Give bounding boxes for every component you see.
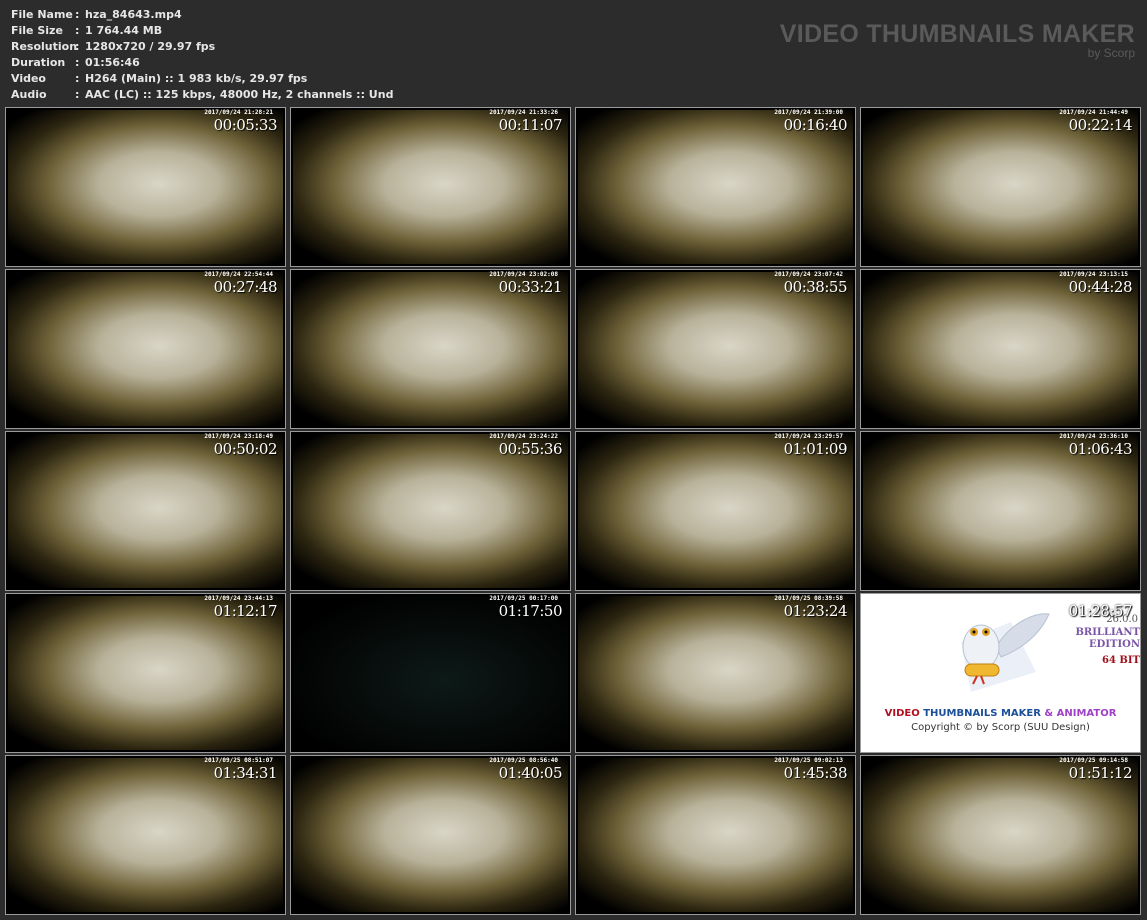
camera-datestamp: 2017/09/24 23:36:10 (1059, 433, 1128, 440)
video-thumbnail[interactable]: 2017/09/24 21:28:21 00:05:33 (5, 107, 286, 267)
camera-datestamp: 2017/09/25 08:39:58 (774, 595, 843, 602)
camera-datestamp: 2017/09/24 21:33:26 (489, 109, 558, 116)
thumbnail-timestamp: 00:11:07 (498, 116, 563, 134)
info-separator: : (75, 88, 80, 101)
thumbnail-timestamp: 01:12:17 (213, 602, 278, 620)
video-thumbnail[interactable]: 2017/09/24 21:44:49 00:22:14 (860, 107, 1141, 267)
video-thumbnail[interactable]: 2017/09/24 21:33:26 00:11:07 (290, 107, 571, 267)
thumbnail-timestamp: 01:06:43 (1068, 440, 1133, 458)
camera-datestamp: 2017/09/24 23:13:15 (1059, 271, 1128, 278)
owl-logo-icon (961, 613, 1050, 692)
camera-datestamp: 2017/09/25 08:51:07 (204, 757, 273, 764)
info-row: Audio: AAC (LC) :: 125 kbps, 48000 Hz, 2 … (11, 87, 393, 103)
info-separator: : (75, 40, 80, 53)
info-value: 1280x720 / 29.97 fps (85, 40, 216, 53)
camera-datestamp: 2017/09/24 21:28:21 (204, 109, 273, 116)
video-thumbnail[interactable]: 2017/09/24 23:44:13 01:12:17 (5, 593, 286, 753)
thumbnail-timestamp: 00:16:40 (783, 116, 848, 134)
camera-datestamp: 2017/09/24 21:44:49 (1059, 109, 1128, 116)
video-thumbnail[interactable]: 2017/09/25 08:51:07 01:34:31 (5, 755, 286, 915)
video-thumbnail[interactable]: 2017/09/25 09:14:58 01:51:12 (860, 755, 1141, 915)
edition-label: BRILLIANT EDITION (1075, 627, 1140, 650)
info-value: H264 (Main) :: 1 983 kb/s, 29.97 fps (85, 72, 308, 85)
info-separator: : (75, 56, 80, 69)
camera-datestamp: 2017/09/24 23:29:57 (774, 433, 843, 440)
camera-datestamp: 2017/09/24 22:54:44 (204, 271, 273, 278)
copyright-text: Copyright © by Scorp (SUU Design) (911, 722, 1090, 733)
info-key: Duration (11, 56, 66, 69)
video-thumbnail[interactable]: 2017/09/24 23:24:22 00:55:36 (290, 431, 571, 591)
thumbnail-timestamp: 01:51:12 (1068, 764, 1133, 782)
info-key: File Size (11, 24, 63, 37)
info-row: Duration:01:56:46 (11, 55, 393, 71)
thumbnail-timestamp: 00:27:48 (213, 278, 278, 296)
video-thumbnail[interactable]: 2017/09/25 00:17:00 01:17:50 (290, 593, 571, 753)
thumbnail-timestamp: 00:38:55 (783, 278, 848, 296)
video-thumbnail[interactable]: 2017/09/25 09:02:13 01:45:38 (575, 755, 856, 915)
thumbnail-timestamp: 01:34:31 (213, 764, 278, 782)
product-title: VIDEO THUMBNAILS MAKER & ANIMATOR (884, 708, 1117, 719)
video-thumbnail[interactable]: 2017/09/24 23:13:15 00:44:28 (860, 269, 1141, 429)
camera-datestamp: 2017/09/25 09:02:13 (774, 757, 843, 764)
info-row: Resolution:1280x720 / 29.97 fps (11, 39, 393, 55)
camera-datestamp: 2017/09/24 23:07:42 (774, 271, 843, 278)
info-separator: : (75, 24, 80, 37)
video-thumbnail[interactable]: 2017/09/25 08:39:58 01:23:24 (575, 593, 856, 753)
info-key: Video (11, 72, 46, 85)
info-separator: : (75, 72, 80, 85)
camera-datestamp: 2017/09/24 23:44:13 (204, 595, 273, 602)
info-key: Audio (11, 88, 47, 101)
bits-label: 64 BIT (1102, 655, 1140, 666)
info-value: hza_84643.mp4 (85, 8, 182, 21)
video-thumbnail[interactable]: 2017/09/24 23:02:08 00:33:21 (290, 269, 571, 429)
brand-watermark: VIDEO THUMBNAILS MAKER by Scorp (780, 20, 1135, 60)
info-key: Resolution (11, 40, 78, 53)
video-thumbnail[interactable]: 26.0.0 BRILLIANT EDITION 64 BIT VIDEO THU… (860, 593, 1141, 753)
camera-datestamp: 2017/09/25 00:17:00 (489, 595, 558, 602)
thumbnail-timestamp: 00:22:14 (1068, 116, 1133, 134)
thumbnail-timestamp: 01:28:57 (1068, 602, 1133, 620)
video-thumbnail[interactable]: 2017/09/24 23:18:49 00:50:02 (5, 431, 286, 591)
camera-datestamp: 2017/09/24 23:24:22 (489, 433, 558, 440)
thumbnail-timestamp: 00:55:36 (498, 440, 563, 458)
brand-title: VIDEO THUMBNAILS MAKER (779, 20, 1135, 48)
video-thumbnail[interactable]: 2017/09/24 23:07:42 00:38:55 (575, 269, 856, 429)
info-row: File Size:1 764.44 MB (11, 23, 393, 39)
info-value: 1 764.44 MB (85, 24, 163, 37)
video-thumbnail[interactable]: 2017/09/24 22:54:44 00:27:48 (5, 269, 286, 429)
camera-datestamp: 2017/09/25 09:14:58 (1059, 757, 1128, 764)
video-thumbnail[interactable]: 2017/09/24 23:29:57 01:01:09 (575, 431, 856, 591)
thumbnail-timestamp: 01:01:09 (783, 440, 848, 458)
camera-datestamp: 2017/09/24 23:02:08 (489, 271, 558, 278)
thumbnail-grid: 2017/09/24 21:28:21 00:05:33 2017/09/24 … (5, 107, 1143, 917)
thumbnail-timestamp: 00:33:21 (498, 278, 563, 296)
file-info-panel: File Name: hza_84643.mp4 File Size:1 764.4… (11, 7, 393, 103)
video-thumbnail[interactable]: 2017/09/24 23:36:10 01:06:43 (860, 431, 1141, 591)
thumbnail-timestamp: 01:17:50 (498, 602, 563, 620)
info-separator: : (75, 8, 80, 21)
info-value: 01:56:46 (85, 56, 140, 69)
info-row: Video: H264 (Main) :: 1 983 kb/s, 29.97 f… (11, 71, 393, 87)
info-value: AAC (LC) :: 125 kbps, 48000 Hz, 2 channe… (85, 88, 394, 101)
thumbnail-timestamp: 00:50:02 (213, 440, 278, 458)
camera-datestamp: 2017/09/24 21:39:00 (774, 109, 843, 116)
info-key: File Name (11, 8, 73, 21)
thumbnail-timestamp: 00:05:33 (213, 116, 278, 134)
thumbnail-timestamp: 01:23:24 (783, 602, 848, 620)
camera-datestamp: 2017/09/24 23:18:49 (204, 433, 273, 440)
thumbnail-timestamp: 01:45:38 (783, 764, 848, 782)
video-thumbnail[interactable]: 2017/09/25 08:56:40 01:40:05 (290, 755, 571, 915)
thumbnail-timestamp: 00:44:28 (1068, 278, 1133, 296)
info-row: File Name: hza_84643.mp4 (11, 7, 393, 23)
video-thumbnail[interactable]: 2017/09/24 21:39:00 00:16:40 (575, 107, 856, 267)
thumbnail-timestamp: 01:40:05 (498, 764, 563, 782)
camera-datestamp: 2017/09/25 08:56:40 (489, 757, 558, 764)
